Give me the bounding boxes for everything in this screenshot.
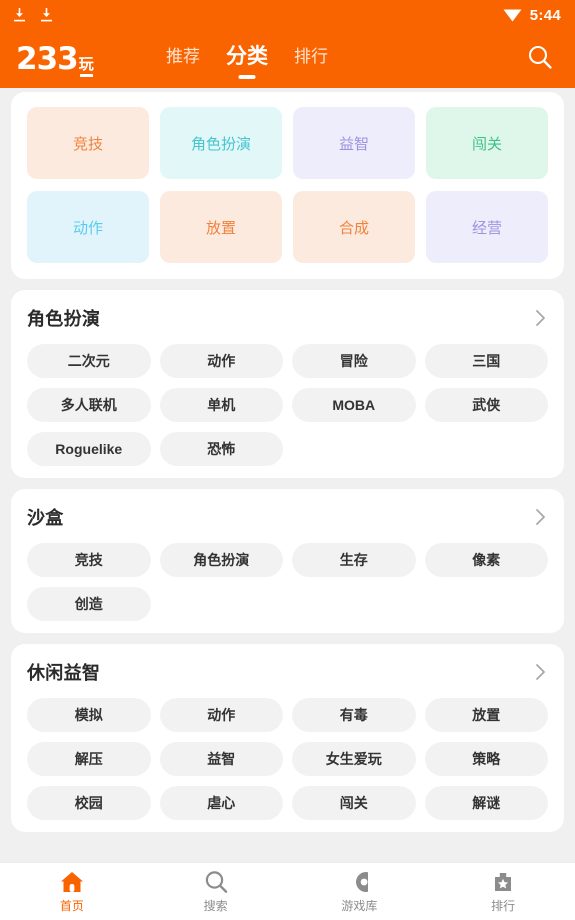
nav-item-search[interactable]: 搜索 <box>144 863 288 920</box>
quick-category-grid: 竞技 角色扮演 益智 闯关动作 放置 合成 经营 <box>27 107 548 263</box>
category-chip[interactable]: MOBA <box>292 388 416 422</box>
quick-category-tile[interactable]: 竞技 <box>27 107 149 179</box>
status-bar: 5:44 <box>0 0 575 30</box>
nav-tabs: 推荐 分类 排行 <box>144 40 523 79</box>
quick-category-tile[interactable]: 动作 <box>27 191 149 263</box>
logo-text: 233 <box>16 40 79 77</box>
section-chip-grid: 模拟 动作 有毒 放置解压 益智 女生爱玩 策略校园 虐心 闯关 解谜 <box>27 698 548 820</box>
section-title: 沙盒 <box>27 508 64 528</box>
category-chip[interactable]: 恐怖 <box>159 432 283 466</box>
category-chip[interactable]: 策略 <box>424 742 548 776</box>
status-time: 5:44 <box>529 6 561 24</box>
quick-category-tile[interactable]: 经营 <box>426 191 548 263</box>
category-chip[interactable]: 解谜 <box>424 786 548 820</box>
nav-label-home: 首页 <box>59 899 84 913</box>
status-bar-right: 5:44 <box>503 7 561 24</box>
quick-category-card: 竞技 角色扮演 益智 闯关动作 放置 合成 经营 <box>11 92 564 279</box>
category-section: 角色扮演二次元 动作 冒险 三国多人联机 单机 MOBA 武侠 Roguelike 恐怖 <box>11 290 564 478</box>
home-icon <box>59 869 85 895</box>
logo-subtext: 玩 <box>78 55 94 77</box>
download-icon <box>39 7 54 23</box>
section-title: 休闲益智 <box>27 663 101 683</box>
section-chip-grid: 二次元 动作 冒险 三国多人联机 单机 MOBA 武侠 Roguelike 恐怖 <box>27 344 548 466</box>
nav-item-gamelib[interactable]: 游戏库 <box>288 863 432 920</box>
trophy-icon <box>490 869 516 895</box>
download-icon <box>12 7 27 23</box>
chevron-right-icon[interactable] <box>535 663 546 681</box>
category-chip[interactable]: 竞技 <box>27 543 151 577</box>
category-chip[interactable]: 女生爱玩 <box>292 742 416 776</box>
wifi-icon <box>503 8 522 22</box>
category-chip[interactable]: 有毒 <box>292 698 416 732</box>
status-bar-left <box>12 7 54 23</box>
category-chip[interactable]: 益智 <box>159 742 283 776</box>
category-section: 沙盒竞技 角色扮演 生存 像素创造 <box>11 489 564 633</box>
category-chip[interactable]: 角色扮演 <box>159 543 283 577</box>
app-logo: 233 玩 <box>16 40 144 77</box>
category-chip[interactable]: 闯关 <box>292 786 416 820</box>
section-chip-grid: 竞技 角色扮演 生存 像素创造 <box>27 543 548 621</box>
section-header[interactable]: 沙盒 <box>27 504 548 530</box>
quick-category-tile[interactable]: 闯关 <box>426 107 548 179</box>
category-chip[interactable]: 二次元 <box>27 344 151 378</box>
nav-item-home[interactable]: 首页 <box>0 863 144 920</box>
category-chip[interactable]: 模拟 <box>27 698 151 732</box>
nav-label-search: 搜索 <box>203 899 228 913</box>
quick-category-tile[interactable]: 益智 <box>293 107 415 179</box>
nav-label-ranking: 排行 <box>491 899 516 913</box>
nav-item-ranking[interactable]: 排行 <box>431 863 575 920</box>
gamepad-icon <box>346 869 372 895</box>
section-title: 角色扮演 <box>27 309 101 329</box>
category-chip[interactable]: 单机 <box>159 388 283 422</box>
category-chip[interactable]: 校园 <box>27 786 151 820</box>
category-chip[interactable]: 解压 <box>27 742 151 776</box>
category-chip[interactable]: 放置 <box>424 698 548 732</box>
top-navbar: 233 玩 推荐 分类 排行 <box>0 30 575 88</box>
category-scroll-area[interactable]: 竞技 角色扮演 益智 闯关 动作 放置 合成 经营 角色扮演 二次元 动作 冒险 三国 多人联机 单机 MO… <box>0 88 575 920</box>
app-header: 5:44 233 玩 推荐 分类 排行 <box>0 0 575 88</box>
quick-category-tile[interactable]: 角色扮演 <box>160 107 282 179</box>
nav-label-gamelib: 游戏库 <box>341 899 378 913</box>
tab-ranking[interactable]: 排行 <box>294 42 328 76</box>
category-chip[interactable]: 武侠 <box>424 388 548 422</box>
bottom-navigation: 首页 搜索 游戏库 排行 <box>0 862 575 920</box>
chevron-right-icon[interactable] <box>535 309 546 327</box>
tab-category[interactable]: 分类 <box>226 40 268 79</box>
category-chip[interactable]: 创造 <box>27 587 151 621</box>
search-icon <box>203 869 229 895</box>
category-chip[interactable]: 三国 <box>424 344 548 378</box>
chevron-right-icon[interactable] <box>535 508 546 526</box>
category-section: 休闲益智模拟 动作 有毒 放置解压 益智 女生爱玩 策略校园 虐心 闯关 解谜 <box>11 644 564 832</box>
quick-category-tile[interactable]: 放置 <box>160 191 282 263</box>
search-button[interactable] <box>523 42 557 76</box>
section-header[interactable]: 角色扮演 <box>27 305 548 331</box>
category-chip[interactable]: 动作 <box>159 698 283 732</box>
category-chip[interactable]: Roguelike <box>27 432 151 466</box>
category-chip[interactable]: 生存 <box>292 543 416 577</box>
tab-recommend[interactable]: 推荐 <box>166 42 200 76</box>
category-chip[interactable]: 冒险 <box>292 344 416 378</box>
category-chip[interactable]: 虐心 <box>159 786 283 820</box>
category-chip[interactable]: 像素 <box>424 543 548 577</box>
category-sections: 角色扮演 二次元 动作 冒险 三国 多人联机 单机 MOBA 武侠 Roguelike 恐怖 沙盒 竞技… <box>11 290 564 832</box>
search-icon <box>527 44 553 75</box>
category-chip[interactable]: 多人联机 <box>27 388 151 422</box>
quick-category-tile[interactable]: 合成 <box>293 191 415 263</box>
section-header[interactable]: 休闲益智 <box>27 659 548 685</box>
category-chip[interactable]: 动作 <box>159 344 283 378</box>
